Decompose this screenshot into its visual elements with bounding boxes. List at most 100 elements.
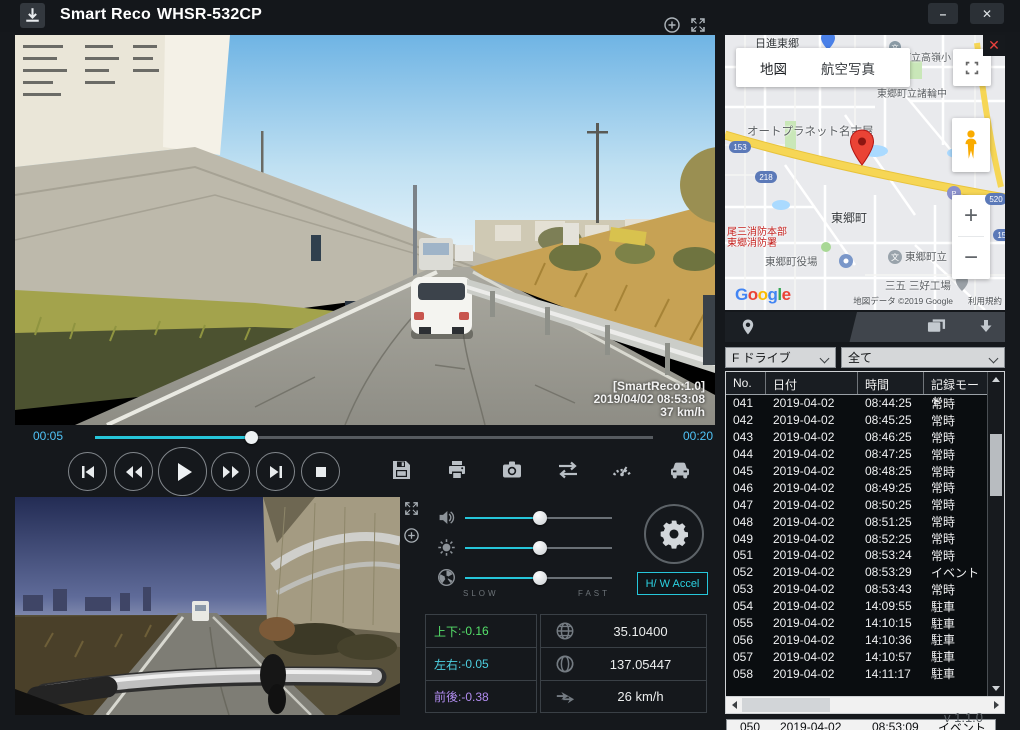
vertical-scrollbar[interactable]: [987, 372, 1004, 696]
save-icon[interactable]: [389, 458, 413, 482]
route-shield: 153: [993, 229, 1005, 241]
pegman-button[interactable]: [952, 118, 990, 172]
sub-video-zoom-in-icon[interactable]: [403, 527, 420, 544]
previous-file-button[interactable]: [68, 452, 107, 491]
app-version: v 1.1.0: [944, 710, 983, 725]
close-button[interactable]: ✕: [970, 3, 1004, 24]
table-row[interactable]: 0492019-04-0208:52:25常時: [726, 530, 1004, 547]
drive-select[interactable]: F ドライブ: [725, 347, 836, 368]
brightness-slider[interactable]: [465, 547, 612, 549]
map-close-button[interactable]: ✕: [983, 35, 1005, 56]
filter-select[interactable]: 全て: [841, 347, 1005, 368]
table-header: No. 日付 時間 記録モード: [726, 372, 1004, 395]
map-label: 東郷消防署: [727, 234, 777, 249]
zoom-out-button[interactable]: −: [952, 237, 990, 278]
minimize-button[interactable]: –: [928, 3, 958, 24]
main-video[interactable]: P: [15, 35, 715, 425]
table-row[interactable]: 0522019-04-0208:53:29イベント: [726, 564, 1004, 581]
rewind-button[interactable]: [114, 452, 153, 491]
route-shield: 153: [729, 141, 751, 153]
recording-table-body: 0412019-04-0208:44:25常時 0422019-04-0208:…: [726, 395, 1004, 697]
app-logo-icon: [20, 3, 45, 28]
download-icon[interactable]: [977, 318, 995, 336]
table-row[interactable]: 0452019-04-0208:48:25常時: [726, 463, 1004, 480]
table-row[interactable]: 0462019-04-0208:49:25常時: [726, 479, 1004, 496]
table-row[interactable]: 0572019-04-0214:10:57駐車: [726, 648, 1004, 665]
hw-accel-button[interactable]: H/ W Accel: [637, 572, 708, 595]
scroll-right-arrow[interactable]: [989, 699, 1003, 711]
screenshot-camera-icon[interactable]: [500, 458, 524, 482]
latitude-row: 35.10400: [541, 615, 706, 648]
video-fullscreen-icon[interactable]: [689, 16, 707, 34]
track-location-icon[interactable]: [739, 318, 757, 336]
scroll-down-arrow[interactable]: [988, 681, 1004, 696]
settings-button[interactable]: [644, 504, 704, 564]
table-row[interactable]: 0472019-04-0208:50:25常時: [726, 496, 1004, 513]
table-row[interactable]: 0482019-04-0208:51:25常時: [726, 513, 1004, 530]
seek-bar-thumb[interactable]: [245, 431, 258, 444]
table-row[interactable]: 0422019-04-0208:45:25常時: [726, 412, 1004, 429]
table-row[interactable]: 0532019-04-0208:53:43常時: [726, 581, 1004, 598]
fast-forward-button[interactable]: [211, 452, 250, 491]
print-icon[interactable]: [445, 458, 469, 482]
scroll-up-arrow[interactable]: [988, 372, 1004, 387]
brightness-slider-fill: [465, 547, 539, 549]
map-panel[interactable]: 文 文 P 日進東郷東郷町立高嶺小東郷町立諸輪中オートプラネット名古屋東郷町尾三…: [725, 35, 1005, 310]
playback-speed-icon: [437, 568, 456, 587]
stop-button[interactable]: [301, 452, 340, 491]
table-row[interactable]: 0542019-04-0214:09:55駐車: [726, 598, 1004, 615]
table-row[interactable]: 0512019-04-0208:53:24常時: [726, 547, 1004, 564]
gsensor-lateral-value: -0.05: [461, 657, 488, 671]
sub-video-fullscreen-icon[interactable]: [403, 500, 420, 517]
dashboard-gauge-icon[interactable]: [610, 458, 634, 482]
filter-select-value: 全て: [848, 349, 872, 366]
table-row[interactable]: 0582019-04-0214:11:17駐車: [726, 665, 1004, 682]
tab-satellite[interactable]: 航空写真: [821, 58, 875, 78]
rear-video[interactable]: [15, 497, 400, 715]
export-images-icon[interactable]: [927, 318, 945, 336]
video-zoom-in-icon[interactable]: [663, 16, 681, 34]
gsensor-vertical-value: -0.16: [461, 624, 488, 638]
brightness-slider-thumb[interactable]: [533, 541, 547, 555]
swap-camera-icon[interactable]: [556, 458, 580, 482]
volume-icon: [437, 508, 456, 527]
timeline: 00:05 00:20: [15, 428, 715, 446]
volume-slider-thumb[interactable]: [533, 511, 547, 525]
col-date[interactable]: 日付: [766, 372, 858, 394]
zoom-in-button[interactable]: +: [952, 195, 990, 236]
table-row[interactable]: 0432019-04-0208:46:25常時: [726, 429, 1004, 446]
table-row[interactable]: 0412019-04-0208:44:25常時: [726, 395, 1004, 412]
speed-row: 26 km/h: [541, 681, 706, 712]
gsensor-vertical-label: 上下: [434, 623, 458, 640]
slow-label: SLOW: [463, 589, 499, 598]
playback-speed-slider[interactable]: [465, 577, 612, 579]
table-row[interactable]: 0562019-04-0214:10:36駐車: [726, 631, 1004, 648]
tab-map[interactable]: 地図: [760, 58, 787, 78]
seek-bar[interactable]: [95, 436, 653, 439]
table-row[interactable]: 0552019-04-0214:10:15駐車: [726, 615, 1004, 632]
col-no[interactable]: No.: [726, 372, 766, 394]
next-file-button[interactable]: [256, 452, 295, 491]
speed-value: 26 km/h: [575, 689, 706, 704]
speed-icon: [555, 687, 575, 707]
gsensor-lateral-label: 左右: [434, 656, 458, 673]
latitude-value: 35.10400: [575, 624, 706, 639]
scroll-left-arrow[interactable]: [727, 699, 741, 711]
col-time[interactable]: 時間: [858, 372, 924, 394]
table-row[interactable]: 0442019-04-0208:47:25常時: [726, 446, 1004, 463]
map-marker-icon[interactable]: [849, 129, 875, 167]
total-time: 00:20: [683, 429, 713, 443]
play-button[interactable]: [158, 447, 207, 496]
map-zoom-control: + −: [952, 195, 990, 279]
col-mode[interactable]: 記録モード: [924, 372, 988, 394]
map-toolbar: [725, 312, 1005, 342]
volume-slider[interactable]: [465, 517, 612, 519]
rear-camera-scene: [15, 497, 400, 715]
vehicle-info-icon[interactable]: [668, 458, 692, 482]
map-terms-link[interactable]: 利用規約: [968, 295, 1002, 307]
gsensor-lateral: 左右 : -0.05: [426, 648, 536, 681]
horizontal-scroll-thumb[interactable]: [742, 698, 830, 712]
longitude-globe-icon: [555, 654, 575, 674]
playback-speed-slider-thumb[interactable]: [533, 571, 547, 585]
vertical-scroll-thumb[interactable]: [990, 434, 1002, 496]
